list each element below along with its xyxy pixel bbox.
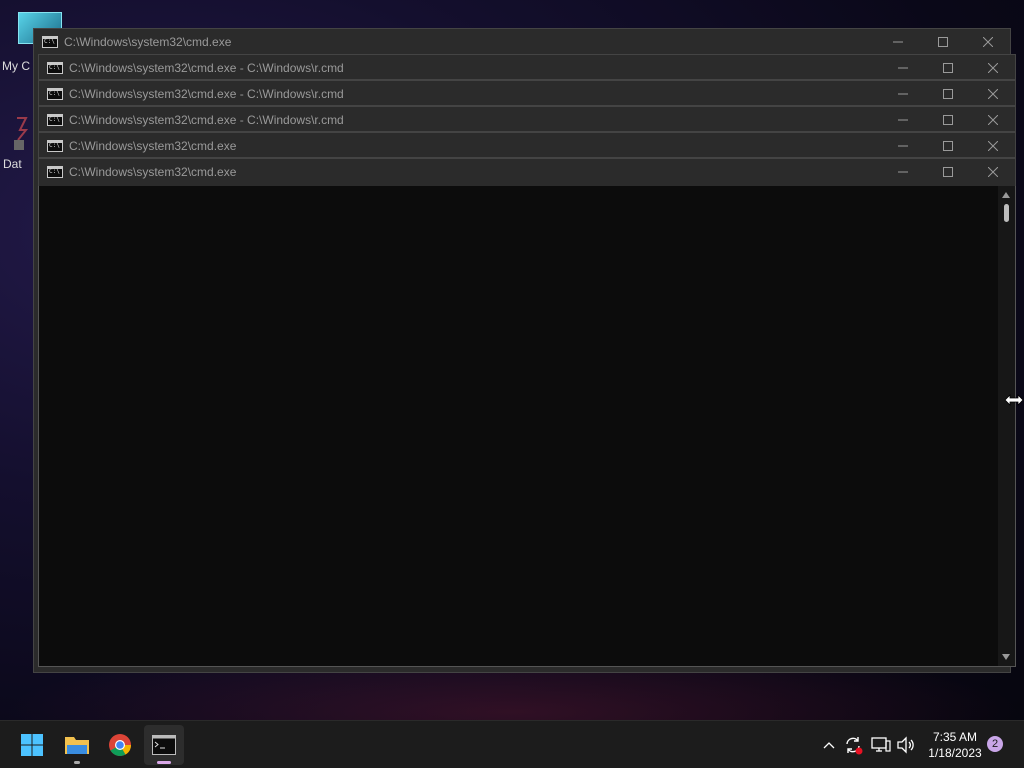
sync-status-button[interactable]	[841, 733, 865, 757]
sync-error-icon	[846, 737, 863, 755]
my-computer-label: My C	[2, 59, 30, 73]
minimize-button[interactable]	[875, 29, 920, 55]
running-indicator	[74, 761, 80, 764]
start-button[interactable]	[12, 725, 52, 765]
window-title: C:\Windows\system32\cmd.exe	[69, 139, 237, 153]
cmd-app-icon	[47, 114, 63, 126]
minimize-button[interactable]	[880, 81, 925, 107]
chevron-up-icon	[823, 742, 835, 749]
file-explorer-icon	[65, 737, 89, 754]
cmd-app-icon	[47, 88, 63, 100]
cmd-window-4[interactable]: C:\Windows\system32\cmd.exe - C:\Windows…	[38, 106, 1016, 132]
window-titlebar[interactable]: C:\Windows\system32\cmd.exe - C:\Windows…	[39, 55, 1015, 81]
maximize-button[interactable]	[925, 107, 970, 133]
window-title: C:\Windows\system32\cmd.exe - C:\Windows…	[69, 87, 344, 101]
windows-start-icon	[21, 734, 43, 756]
window-title: C:\Windows\system32\cmd.exe	[69, 165, 237, 179]
data-shortcut-icon[interactable]	[14, 116, 32, 150]
taskbar-clock[interactable]: 7:35 AM 1/18/2023	[920, 729, 990, 761]
volume-icon	[897, 736, 914, 754]
scroll-down-arrow-icon[interactable]	[1002, 654, 1010, 660]
maximize-button[interactable]	[925, 159, 970, 185]
file-explorer-button[interactable]	[57, 725, 97, 765]
maximize-button[interactable]	[925, 81, 970, 107]
window-titlebar[interactable]: C:\Windows\system32\cmd.exe	[39, 159, 1015, 185]
cmd-app-icon	[42, 36, 58, 48]
command-prompt-icon	[152, 735, 176, 755]
window-title: C:\Windows\system32\cmd.exe	[64, 35, 232, 49]
close-button[interactable]	[970, 107, 1015, 133]
clock-date: 1/18/2023	[928, 746, 982, 760]
vertical-scrollbar[interactable]	[998, 186, 1015, 666]
close-button[interactable]	[970, 133, 1015, 159]
minimize-button[interactable]	[880, 133, 925, 159]
network-icon	[871, 737, 891, 752]
close-button[interactable]	[965, 29, 1010, 55]
window-titlebar[interactable]: C:\Windows\system32\cmd.exe	[39, 133, 1015, 159]
active-indicator	[157, 761, 171, 764]
cmd-app-icon	[47, 62, 63, 74]
minimize-button[interactable]	[880, 159, 925, 185]
window-titlebar[interactable]: C:\Windows\system32\cmd.exe - C:\Windows…	[39, 81, 1015, 107]
cmd-window-active[interactable]: C:\Windows\system32\cmd.exe	[38, 158, 1016, 186]
chrome-icon	[109, 734, 131, 756]
cmd-window-5[interactable]: C:\Windows\system32\cmd.exe	[38, 132, 1016, 158]
cmd-app-icon	[47, 140, 63, 152]
volume-button[interactable]	[894, 733, 918, 757]
close-button[interactable]	[970, 159, 1015, 185]
network-button[interactable]	[869, 733, 893, 757]
window-title: C:\Windows\system32\cmd.exe - C:\Windows…	[69, 113, 344, 127]
cmd-window-3[interactable]: C:\Windows\system32\cmd.exe - C:\Windows…	[38, 80, 1016, 106]
minimize-button[interactable]	[880, 55, 925, 81]
close-button[interactable]	[970, 55, 1015, 81]
notification-badge[interactable]: 2	[987, 736, 1003, 752]
cmd-app-icon	[47, 166, 63, 178]
data-shortcut-label: Dat	[3, 157, 22, 171]
taskbar: 7:35 AM 1/18/2023	[0, 720, 1024, 768]
cmd-window-2[interactable]: C:\Windows\system32\cmd.exe - C:\Windows…	[38, 54, 1016, 80]
window-titlebar[interactable]: C:\Windows\system32\cmd.exe	[34, 29, 1010, 55]
window-titlebar[interactable]: C:\Windows\system32\cmd.exe - C:\Windows…	[39, 107, 1015, 133]
resize-cursor-icon	[1004, 393, 1024, 411]
chrome-button[interactable]	[100, 725, 140, 765]
minimize-button[interactable]	[880, 107, 925, 133]
window-title: C:\Windows\system32\cmd.exe - C:\Windows…	[69, 61, 344, 75]
console-area[interactable]	[38, 186, 1016, 667]
close-button[interactable]	[970, 81, 1015, 107]
maximize-button[interactable]	[920, 29, 965, 55]
show-hidden-icons-button[interactable]	[817, 733, 841, 757]
clock-time: 7:35 AM	[932, 730, 978, 744]
scroll-up-arrow-icon[interactable]	[1002, 192, 1010, 198]
scrollbar-thumb[interactable]	[1004, 204, 1009, 222]
maximize-button[interactable]	[925, 133, 970, 159]
command-prompt-taskbar-button[interactable]	[144, 725, 184, 765]
maximize-button[interactable]	[925, 55, 970, 81]
